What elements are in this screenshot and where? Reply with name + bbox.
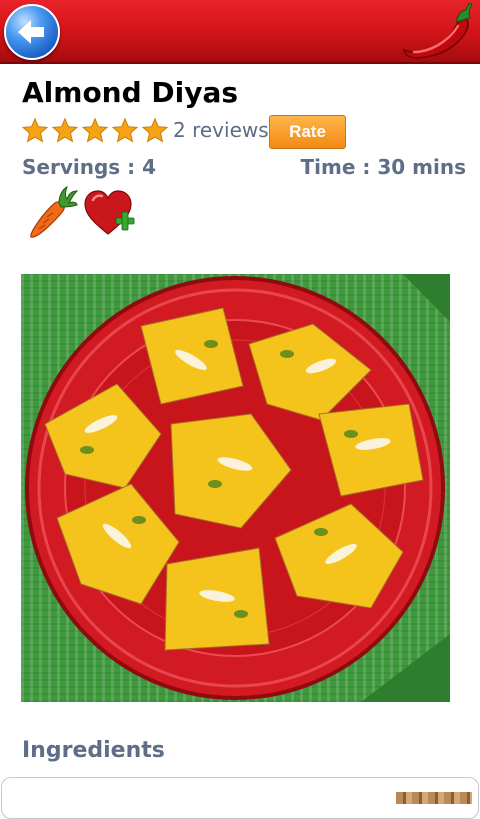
chili-pepper-icon	[403, 2, 473, 59]
star-icon	[141, 117, 169, 143]
servings-label: Servings : 4	[22, 155, 157, 179]
time-label: Time : 30 mins	[300, 155, 466, 179]
carrot-icon	[30, 186, 79, 238]
ingredient-thumbnail	[396, 792, 472, 804]
reviews-link[interactable]: 2 reviews	[173, 118, 269, 142]
top-bar	[0, 0, 480, 64]
sweets-plate-image	[25, 274, 450, 702]
ingredients-heading: Ingredients	[22, 738, 165, 763]
star-icon	[21, 117, 49, 143]
star-rating	[21, 117, 169, 145]
star-icon	[111, 117, 139, 143]
star-icon	[81, 117, 109, 143]
rate-button[interactable]: Rate	[269, 115, 346, 149]
back-button[interactable]	[4, 4, 60, 60]
star-icon	[51, 117, 79, 143]
ingredient-list-item[interactable]	[1, 777, 479, 819]
back-arrow-icon	[18, 20, 44, 44]
recipe-photo	[21, 274, 450, 702]
heart-plus-icon[interactable]	[83, 188, 137, 238]
recipe-title: Almond Diyas	[22, 76, 239, 109]
